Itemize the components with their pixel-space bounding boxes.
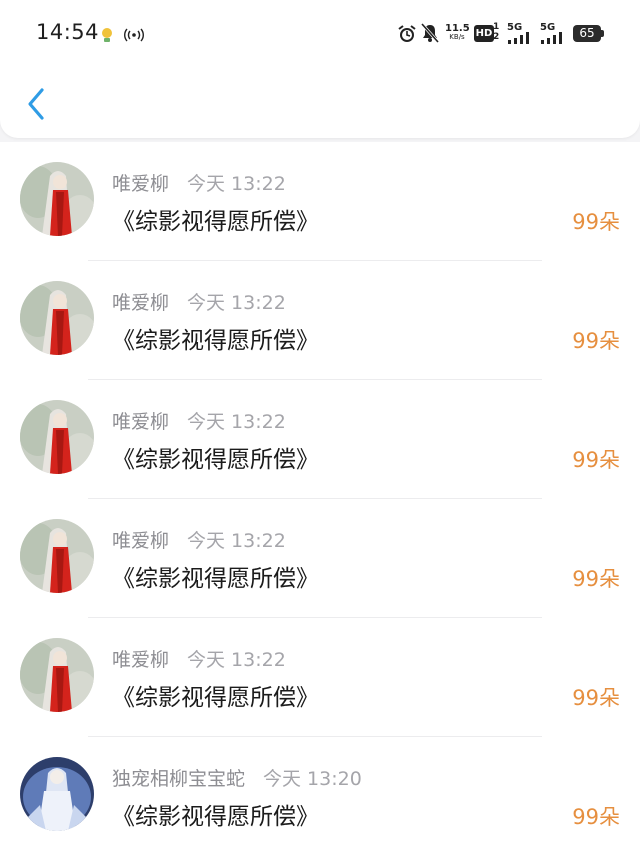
sender-row: 唯爱柳 今天 13:22 xyxy=(112,645,286,672)
list-item[interactable]: 唯爱柳 今天 13:22 《综影视得愿所偿》 99朵 xyxy=(0,142,640,261)
gift-amount: 99朵 xyxy=(572,686,620,710)
net-speed-unit: KB/s xyxy=(449,33,465,41)
mute-icon xyxy=(421,23,439,43)
list-item[interactable]: 唯爱柳 今天 13:22 《综影视得愿所偿》 99朵 xyxy=(0,380,640,499)
avatar[interactable] xyxy=(20,638,94,712)
sender-row: 唯爱柳 今天 13:22 xyxy=(112,526,286,553)
list-item[interactable]: 唯爱柳 今天 13:22 《综影视得愿所偿》 99朵 xyxy=(0,261,640,380)
avatar-image xyxy=(20,400,94,474)
gift-list: 唯爱柳 今天 13:22 《综影视得愿所偿》 99朵 唯爱柳 今天 13:22 《综… xyxy=(0,142,640,856)
avatar[interactable] xyxy=(20,400,94,474)
sim-numbers: 1 2 xyxy=(493,22,499,42)
gift-amount: 99朵 xyxy=(572,567,620,591)
hd-badge: HD xyxy=(474,25,494,42)
chevron-left-icon xyxy=(28,88,44,120)
book-title: 《综影视得愿所偿》 xyxy=(112,447,319,473)
sim2-label: 2 xyxy=(493,32,500,42)
avatar-image xyxy=(20,281,94,355)
send-time: 今天 13:22 xyxy=(187,530,286,552)
sender-name: 唯爱柳 xyxy=(112,530,170,552)
avatar-image xyxy=(20,638,94,712)
sender-name: 独宠相柳宝宝蛇 xyxy=(112,768,246,790)
sender-name: 唯爱柳 xyxy=(112,173,170,195)
book-title: 《综影视得愿所偿》 xyxy=(112,566,319,592)
list-item[interactable]: 唯爱柳 今天 13:22 《综影视得愿所偿》 99朵 xyxy=(0,618,640,737)
battery-level: 65 xyxy=(579,26,595,40)
sender-name: 唯爱柳 xyxy=(112,411,170,433)
battery-tip xyxy=(601,30,604,37)
back-button[interactable] xyxy=(18,82,54,126)
avatar-image xyxy=(20,757,94,831)
avatar[interactable] xyxy=(20,519,94,593)
send-time: 今天 13:20 xyxy=(263,768,362,790)
gift-amount: 99朵 xyxy=(572,448,620,472)
net-speed: 11.5 KB/s xyxy=(445,23,470,42)
sender-row: 唯爱柳 今天 13:22 xyxy=(112,407,286,434)
sender-row: 唯爱柳 今天 13:22 xyxy=(112,169,286,196)
sender-name: 唯爱柳 xyxy=(112,292,170,314)
sender-row: 独宠相柳宝宝蛇 今天 13:20 xyxy=(112,764,362,791)
avatar[interactable] xyxy=(20,757,94,831)
net-speed-value: 11.5 xyxy=(445,23,470,34)
avatar-image xyxy=(20,162,94,236)
book-title: 《综影视得愿所偿》 xyxy=(112,209,319,235)
signal-icon-2 xyxy=(541,32,562,44)
gift-amount: 99朵 xyxy=(572,329,620,353)
gift-amount: 99朵 xyxy=(572,805,620,829)
alarm-icon xyxy=(398,25,416,42)
list-item[interactable]: 唯爱柳 今天 13:22 《综影视得愿所偿》 99朵 xyxy=(0,499,640,618)
battery-icon: 65 xyxy=(573,25,601,42)
send-time: 今天 13:22 xyxy=(187,649,286,671)
book-title: 《综影视得愿所偿》 xyxy=(112,328,319,354)
book-title: 《综影视得愿所偿》 xyxy=(112,685,319,711)
list-item[interactable]: 独宠相柳宝宝蛇 今天 13:20 《综影视得愿所偿》 99朵 xyxy=(0,737,640,856)
send-time: 今天 13:22 xyxy=(187,411,286,433)
avatar-image xyxy=(20,519,94,593)
signal-icon xyxy=(508,32,529,44)
status-bar: 14:54 11.5 KB/s HD 1 2 5G 5G 65 xyxy=(0,0,640,68)
avatar[interactable] xyxy=(20,281,94,355)
sender-row: 唯爱柳 今天 13:22 xyxy=(112,288,286,315)
sim1-label: 1 xyxy=(493,22,500,32)
avatar[interactable] xyxy=(20,162,94,236)
hotspot-icon xyxy=(124,28,144,42)
send-time: 今天 13:22 xyxy=(187,292,286,314)
sender-name: 唯爱柳 xyxy=(112,649,170,671)
top-bar: 14:54 11.5 KB/s HD 1 2 5G 5G 65 xyxy=(0,0,640,138)
status-time: 14:54 xyxy=(36,20,100,44)
gift-amount: 99朵 xyxy=(572,210,620,234)
send-time: 今天 13:22 xyxy=(187,173,286,195)
book-title: 《综影视得愿所偿》 xyxy=(112,804,319,830)
notification-app-icon xyxy=(102,28,112,42)
